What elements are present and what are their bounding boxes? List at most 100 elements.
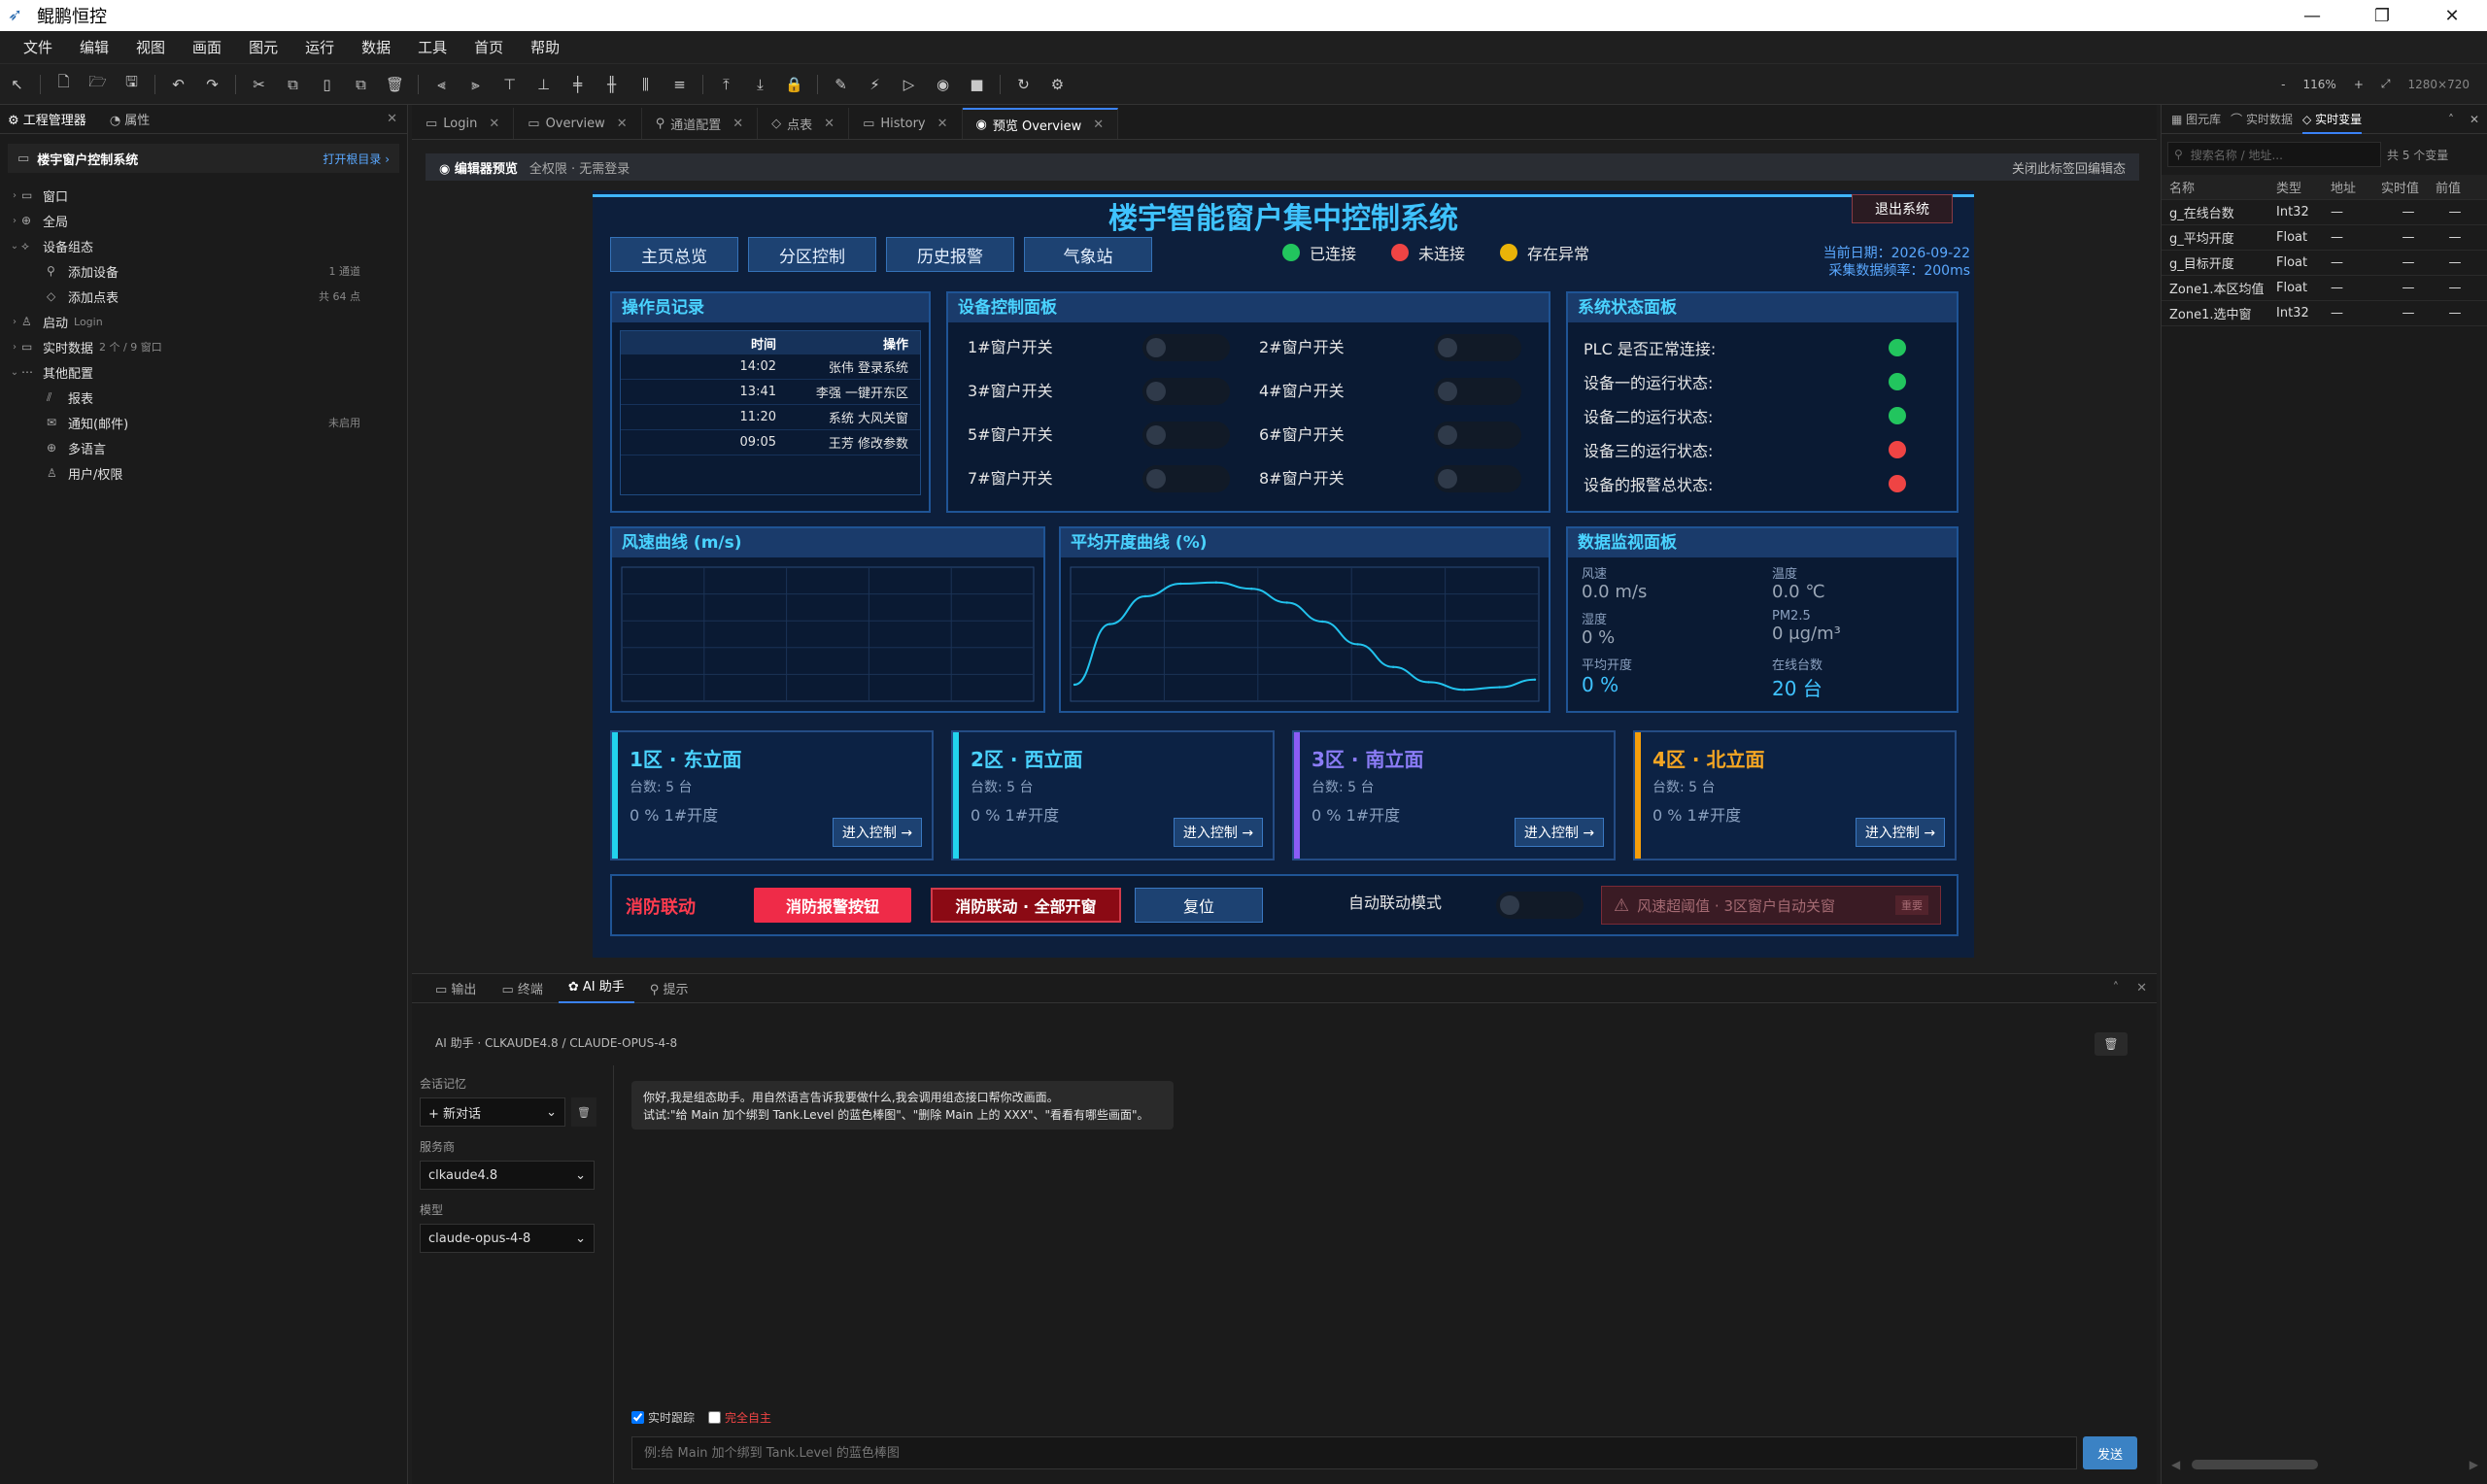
refresh-icon[interactable]: ↻ xyxy=(1006,70,1040,99)
tab-close-icon[interactable]: ✕ xyxy=(1093,118,1104,132)
enter-control-button[interactable]: 进入控制 → xyxy=(1174,818,1263,847)
play-icon[interactable]: ▷ xyxy=(892,70,926,99)
enter-control-button[interactable]: 进入控制 → xyxy=(1515,818,1604,847)
window-switch-toggle[interactable] xyxy=(1434,465,1521,492)
tree-caret-icon[interactable]: ⌄ xyxy=(8,241,21,252)
tree-item[interactable]: › ▭ 窗口 xyxy=(8,183,407,208)
window-switch-toggle[interactable] xyxy=(1434,334,1521,361)
nav-home[interactable]: 主页总览 xyxy=(610,237,738,272)
tab-close-icon[interactable]: ✕ xyxy=(489,117,499,131)
chat-input[interactable] xyxy=(631,1436,2077,1469)
pane-close-icon[interactable]: ✕ xyxy=(2136,981,2147,995)
tab-close-icon[interactable]: ✕ xyxy=(732,117,743,131)
tree-caret-icon[interactable]: › xyxy=(8,190,21,201)
open-folder-icon[interactable]: 🗁 xyxy=(81,70,115,99)
menu-home[interactable]: 首页 xyxy=(460,37,517,57)
align-right-icon[interactable]: ⫸ xyxy=(459,70,493,99)
nav-history-alarm[interactable]: 历史报警 xyxy=(886,237,1014,272)
send-back-icon[interactable]: ⤓ xyxy=(743,70,777,99)
window-switch-toggle[interactable] xyxy=(1434,422,1521,449)
scroll-left-icon[interactable]: ◀ xyxy=(2171,1458,2180,1471)
tree-item[interactable]: ⚲ 添加设备 1 通道 xyxy=(8,258,407,284)
window-switch-toggle[interactable] xyxy=(1142,378,1230,405)
editor-tab[interactable]: ◇ 点表 ✕ xyxy=(758,108,850,139)
maximize-button[interactable]: ❐ xyxy=(2347,0,2417,31)
tree-item[interactable]: › ⊕ 全局 xyxy=(8,208,407,233)
tab-realtime-vars[interactable]: ◇ 实时变量 xyxy=(2302,105,2363,134)
stop-icon[interactable]: ■ xyxy=(960,70,994,99)
menu-help[interactable]: 帮助 xyxy=(517,37,573,57)
tree-item[interactable]: ⌄ ⟡ 设备组态 xyxy=(8,233,407,258)
new-chat-select[interactable]: + 新对话 ⌄ xyxy=(420,1097,565,1127)
tab-element-library[interactable]: ▦ 图元库 xyxy=(2171,111,2221,127)
tree-item[interactable]: ◇ 添加点表 共 64 点 xyxy=(8,284,407,309)
menu-file[interactable]: 文件 xyxy=(10,37,66,57)
align-top-icon[interactable]: ⊤ xyxy=(493,70,527,99)
minimize-button[interactable]: — xyxy=(2277,0,2347,31)
variable-search[interactable]: ⚲ 搜索名称 / 地址... xyxy=(2167,142,2381,167)
tab-ai-assistant[interactable]: ✿ AI 助手 xyxy=(558,974,634,1003)
tree-caret-icon[interactable]: › xyxy=(8,216,21,226)
editor-tab[interactable]: ▭ History ✕ xyxy=(849,108,963,139)
close-preview-link[interactable]: 关闭此标签回编辑态 xyxy=(2012,158,2126,177)
pane-collapse-icon[interactable]: ˄ xyxy=(2113,981,2120,995)
menu-tools[interactable]: 工具 xyxy=(404,37,460,57)
tab-output[interactable]: ▭ 输出 xyxy=(426,979,486,997)
save-icon[interactable]: 🖫 xyxy=(115,70,149,99)
menu-screen[interactable]: 画面 xyxy=(179,37,235,57)
tree-item[interactable]: ⊕ 多语言 xyxy=(8,435,407,460)
settings-icon[interactable]: ⚙ xyxy=(1040,70,1074,99)
new-file-icon[interactable]: 🗋 xyxy=(47,70,81,99)
variable-row[interactable]: g_平均开度 Float — — — xyxy=(2162,225,2487,251)
menu-edit[interactable]: 编辑 xyxy=(66,37,122,57)
delete-icon[interactable]: 🗑 xyxy=(378,70,412,99)
preview-eye-icon[interactable]: ◉ xyxy=(926,70,960,99)
project-root[interactable]: ▭ 楼宇窗户控制系统 打开根目录 › xyxy=(8,144,399,173)
close-window-button[interactable]: ✕ xyxy=(2417,0,2487,31)
copy-icon[interactable]: ⧉ xyxy=(276,70,310,99)
editor-tab[interactable]: ▭ Login ✕ xyxy=(412,108,515,139)
scrollbar-thumb[interactable] xyxy=(2192,1460,2319,1469)
align-center-v-icon[interactable]: ╪ xyxy=(561,70,595,99)
align-center-h-icon[interactable]: ╫ xyxy=(595,70,629,99)
editor-tab[interactable]: ⚲ 通道配置 ✕ xyxy=(642,108,759,139)
follow-checkbox[interactable] xyxy=(631,1411,644,1424)
nav-zone-control[interactable]: 分区控制 xyxy=(748,237,876,272)
tree-item[interactable]: › ♙ 启动 Login xyxy=(8,309,407,334)
pen-icon[interactable]: ✎ xyxy=(824,70,858,99)
reset-button[interactable]: 复位 xyxy=(1135,888,1263,923)
bring-front-icon[interactable]: ⤒ xyxy=(709,70,743,99)
fire-open-all-button[interactable]: 消防联动 · 全部开窗 xyxy=(931,888,1121,923)
follow-option[interactable]: 实时跟踪 xyxy=(631,1409,695,1426)
pointer-icon[interactable]: ↖ xyxy=(0,70,34,99)
pane-close-icon[interactable]: ✕ xyxy=(387,112,397,126)
tab-properties[interactable]: ◔ 属性 xyxy=(110,110,151,128)
variable-row[interactable]: Zone1.本区均值 Float — — — xyxy=(2162,276,2487,301)
variable-row[interactable]: Zone1.选中窗 Int32 — — — xyxy=(2162,301,2487,326)
tree-item[interactable]: ♙ 用户/权限 xyxy=(8,460,407,486)
variable-row[interactable]: g_目标开度 Float — — — xyxy=(2162,251,2487,276)
tree-item[interactable]: › ▭ 实时数据 2 个 / 9 窗口 xyxy=(8,334,407,359)
clear-chat-icon[interactable]: 🗑 xyxy=(2095,1032,2128,1056)
window-switch-toggle[interactable] xyxy=(1434,378,1521,405)
model-select[interactable]: claude-opus-4-8 ⌄ xyxy=(420,1224,595,1253)
lightning-icon[interactable]: ⚡ xyxy=(858,70,892,99)
window-switch-toggle[interactable] xyxy=(1142,422,1230,449)
enter-control-button[interactable]: 进入控制 → xyxy=(1856,818,1945,847)
fire-alarm-button[interactable]: 消防报警按钮 xyxy=(754,888,911,923)
nav-weather[interactable]: 气象站 xyxy=(1024,237,1152,272)
tree-caret-icon[interactable]: ⌄ xyxy=(8,367,21,378)
autonomous-option[interactable]: 完全自主 xyxy=(708,1409,771,1426)
fit-screen-icon[interactable]: ⤢ xyxy=(2381,77,2391,91)
duplicate-icon[interactable]: ⧉ xyxy=(344,70,378,99)
auto-mode-toggle[interactable] xyxy=(1496,892,1584,919)
pane-close-icon[interactable]: ✕ xyxy=(2470,113,2479,126)
tab-close-icon[interactable]: ✕ xyxy=(617,117,628,131)
autonomous-checkbox[interactable] xyxy=(708,1411,722,1424)
variable-row[interactable]: g_在线台数 Int32 — — — xyxy=(2162,200,2487,225)
tab-project-manager[interactable]: ⚙ 工程管理器 xyxy=(8,110,86,128)
tab-terminal[interactable]: ▭ 终端 xyxy=(492,979,552,997)
menu-view[interactable]: 视图 xyxy=(122,37,179,57)
menu-data[interactable]: 数据 xyxy=(348,37,404,57)
distribute-v-icon[interactable]: ≡ xyxy=(663,70,697,99)
